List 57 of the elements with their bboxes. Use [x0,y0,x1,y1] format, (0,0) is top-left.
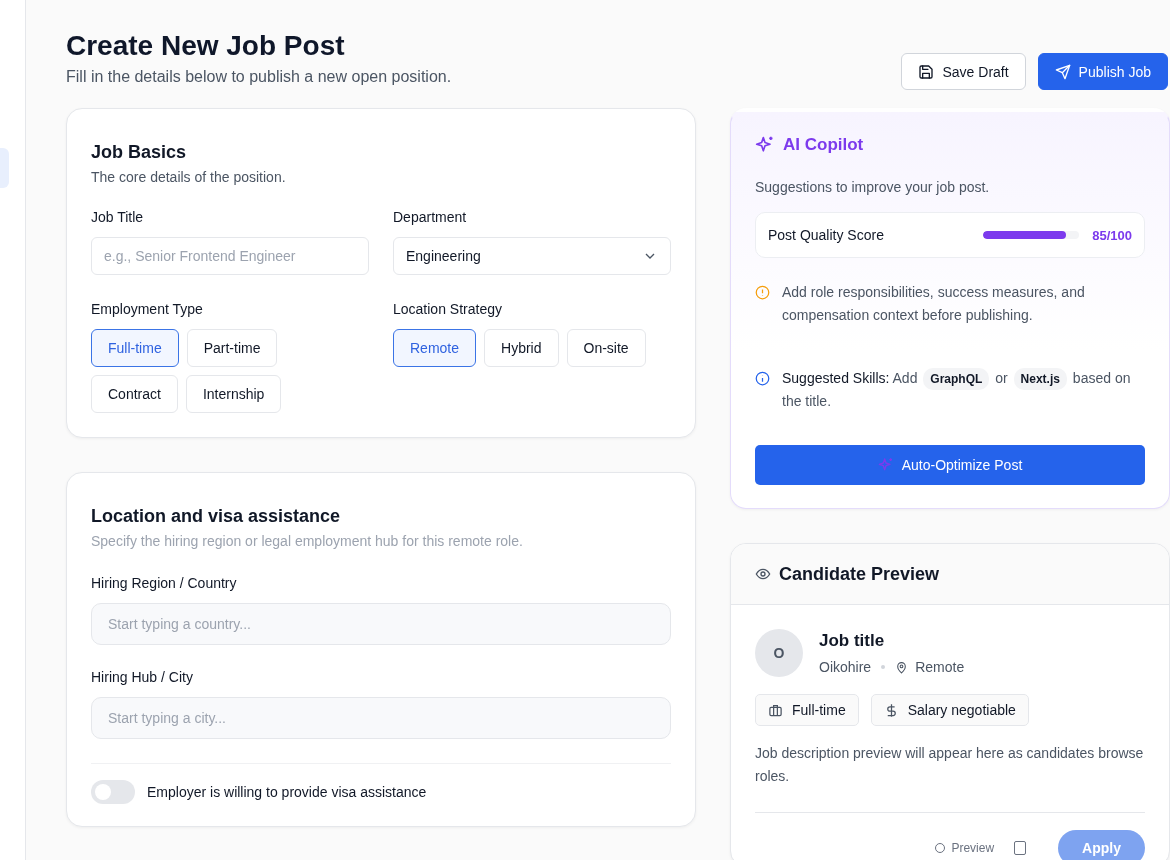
page-subtitle: Fill in the details below to publish a new open position. [66,68,452,86]
score-label: Post Quality Score [768,227,885,243]
location-strategy-option[interactable]: Remote [393,329,477,367]
employment-type-option[interactable]: Contract [91,375,178,413]
department-dropdown[interactable]: Engineering [393,237,671,275]
copilot-title: AI Copilot [783,135,864,155]
country-field[interactable]: Start typing a country... [91,603,671,645]
tag-label: Full-time [792,702,846,718]
section-title: Location and visa assistance [91,505,342,528]
suggestion-text: Add [892,370,918,386]
sparkles-icon [755,135,775,155]
tag-label: Salary negotiable [907,702,1016,718]
city-field[interactable]: Start typing a city... [91,697,671,739]
suggestion-text: the title. [782,393,832,409]
map-pin-icon [895,660,909,674]
job-title-field[interactable]: e.g., Senior Frontend Engineer [91,237,369,275]
employment-type-option[interactable]: Internship [185,375,282,413]
publish-button[interactable]: Publish Job [1037,53,1168,90]
skill-tag: GraphQL [923,368,990,390]
sparkles-icon [877,457,894,473]
separator-dot [881,665,886,669]
company-name: Oikohire [819,659,872,675]
job-location: Remote [915,659,965,675]
section-title: Job Basics [91,141,188,164]
job-title: Job title [819,631,886,651]
score-value: 85/100 [1092,227,1132,243]
field-label: Location Strategy [393,301,503,317]
section-subtitle: The core details of the position. [91,169,287,185]
briefcase-icon [768,702,783,718]
company-avatar: O [755,629,803,677]
preview-title: Candidate Preview [779,563,940,585]
suggestion-text: Add role responsibilities, success measures, and compensation context before publishing. [782,284,1085,323]
skill-tag: Next.js [1013,368,1067,390]
copilot-subtitle: Suggestions to improve your job post. [755,179,991,195]
preview-label: Preview [951,841,995,855]
save-button[interactable]: Save Draft [901,53,1026,90]
auto-optimize-button[interactable]: Auto-Optimize Post [755,445,1145,485]
toggle-label: Employer is willing to provide visa assistance [147,784,427,800]
alert-circle-icon [755,285,770,300]
location-strategy-option[interactable]: Hybrid [484,329,559,367]
field-label: Hiring Region / Country [91,575,238,591]
field-label: Employment Type [91,301,204,317]
location-strategy-option[interactable]: On-site [566,329,646,367]
suggestion-text: or [995,370,1008,386]
send-icon [1054,63,1071,80]
info-icon [755,371,770,386]
visa-toggle[interactable] [91,780,135,804]
suggestion-text: based on [1072,370,1131,386]
field-label: Hiring Hub / City [91,669,194,685]
field-label: Department [393,209,468,225]
job-description: Job description preview will appear here as candidates browse roles. [755,744,1145,786]
section-subtitle: Specify the hiring region or legal employment hub for this remote role. [91,533,524,549]
employment-type-option[interactable]: Full-time [91,329,179,367]
employment-type-option[interactable]: Part-time [186,329,278,367]
field-label: Job Title [91,209,145,225]
suggestion-label: Suggested Skills: [782,370,890,386]
page-title: Create New Job Post [66,29,346,63]
